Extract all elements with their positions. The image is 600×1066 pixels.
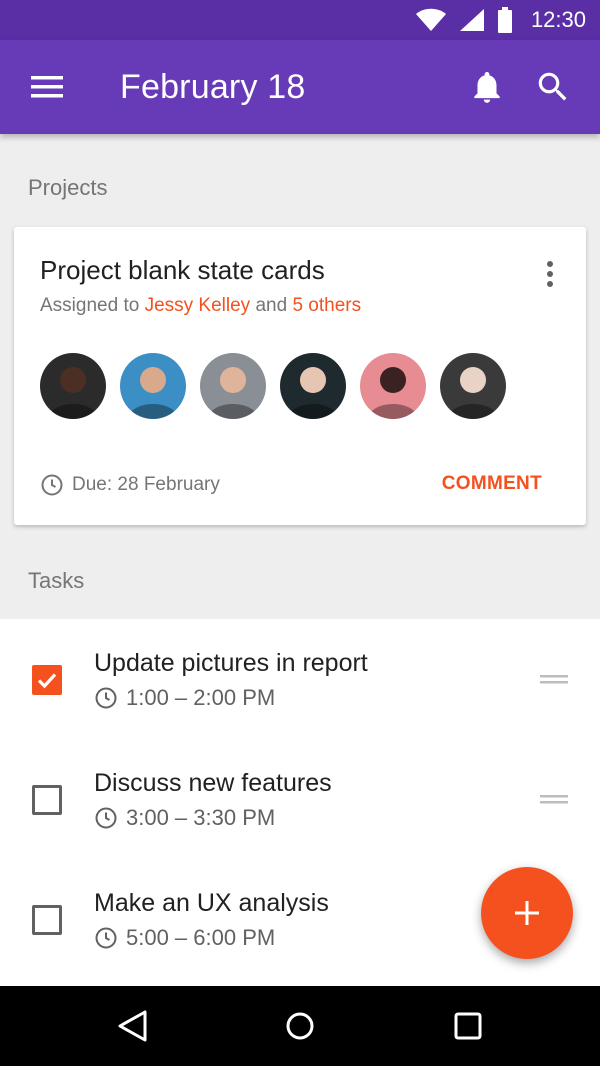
- battery-icon: [497, 7, 512, 33]
- clock-icon: [95, 687, 117, 709]
- bell-icon[interactable]: [468, 68, 506, 106]
- add-task-fab[interactable]: [481, 867, 573, 959]
- avatar[interactable]: [40, 353, 106, 419]
- avatar-image: [288, 367, 338, 419]
- projects-section-label: Projects: [28, 175, 108, 200]
- status-icons: 12:30: [415, 0, 586, 40]
- task-time-text: 1:00 – 2:00 PM: [126, 685, 276, 710]
- avatar-image: [128, 367, 178, 419]
- page-title: February 18: [120, 68, 306, 106]
- avatar[interactable]: [200, 353, 266, 419]
- clock-icon: [95, 807, 117, 829]
- search-icon[interactable]: [534, 68, 572, 106]
- app-bar: February 18: [0, 40, 600, 134]
- assigned-prefix: Assigned to: [40, 295, 140, 316]
- plus-icon: [515, 901, 539, 925]
- task-time: 5:00 – 6:00 PM: [94, 925, 275, 951]
- drag-handle-icon[interactable]: [540, 673, 568, 685]
- system-nav-bar: [0, 986, 600, 1066]
- avatar-image: [208, 367, 258, 419]
- tasks-section-label: Tasks: [28, 568, 85, 593]
- signal-icon: [459, 9, 484, 31]
- wifi-icon: [415, 8, 446, 31]
- task-title: Update pictures in report: [94, 649, 368, 677]
- avatar[interactable]: [280, 353, 346, 419]
- back-icon[interactable]: [112, 1006, 152, 1046]
- task-title: Make an UX analysis: [94, 889, 329, 917]
- clock-icon: [41, 474, 63, 496]
- project-title: Project blank state cards: [40, 255, 325, 285]
- task-time-text: 5:00 – 6:00 PM: [126, 925, 276, 950]
- project-assignment: Assigned to Jessy Kelley and 5 others: [40, 295, 361, 317]
- task-checkbox[interactable]: [32, 905, 62, 935]
- avatar[interactable]: [120, 353, 186, 419]
- task-item[interactable]: Update pictures in report 1:00 – 2:00 PM: [0, 619, 600, 739]
- assigned-conjunction: and: [255, 295, 288, 316]
- more-vert-icon[interactable]: [540, 259, 560, 289]
- menu-icon[interactable]: [28, 70, 66, 104]
- due-date-text: Due: 28 February: [72, 474, 220, 495]
- check-icon: [37, 673, 57, 689]
- avatar[interactable]: [360, 353, 426, 419]
- task-item[interactable]: Discuss new features 3:00 – 3:30 PM: [0, 739, 600, 859]
- others-link[interactable]: 5 others: [292, 295, 361, 316]
- avatar-image: [368, 367, 418, 419]
- drag-handle-icon[interactable]: [540, 793, 568, 805]
- task-checkbox[interactable]: [32, 785, 62, 815]
- project-card[interactable]: Project blank state cards Assigned to Je…: [14, 227, 586, 525]
- task-time-text: 3:00 – 3:30 PM: [126, 805, 276, 830]
- avatar[interactable]: [440, 353, 506, 419]
- status-time: 12:30: [530, 7, 586, 32]
- avatar-list: [40, 353, 506, 419]
- due-date: Due: 28 February: [40, 473, 220, 497]
- avatar-image: [48, 367, 98, 419]
- task-time: 1:00 – 2:00 PM: [94, 685, 275, 711]
- clock-icon: [95, 927, 117, 949]
- task-time: 3:00 – 3:30 PM: [94, 805, 275, 831]
- status-bar: 12:30: [0, 0, 600, 40]
- task-title: Discuss new features: [94, 769, 332, 797]
- task-checkbox[interactable]: [32, 665, 62, 695]
- recents-icon[interactable]: [448, 1006, 488, 1046]
- assignee-link[interactable]: Jessy Kelley: [145, 295, 251, 316]
- comment-button[interactable]: COMMENT: [442, 473, 542, 495]
- home-icon[interactable]: [280, 1006, 320, 1046]
- avatar-image: [448, 367, 498, 419]
